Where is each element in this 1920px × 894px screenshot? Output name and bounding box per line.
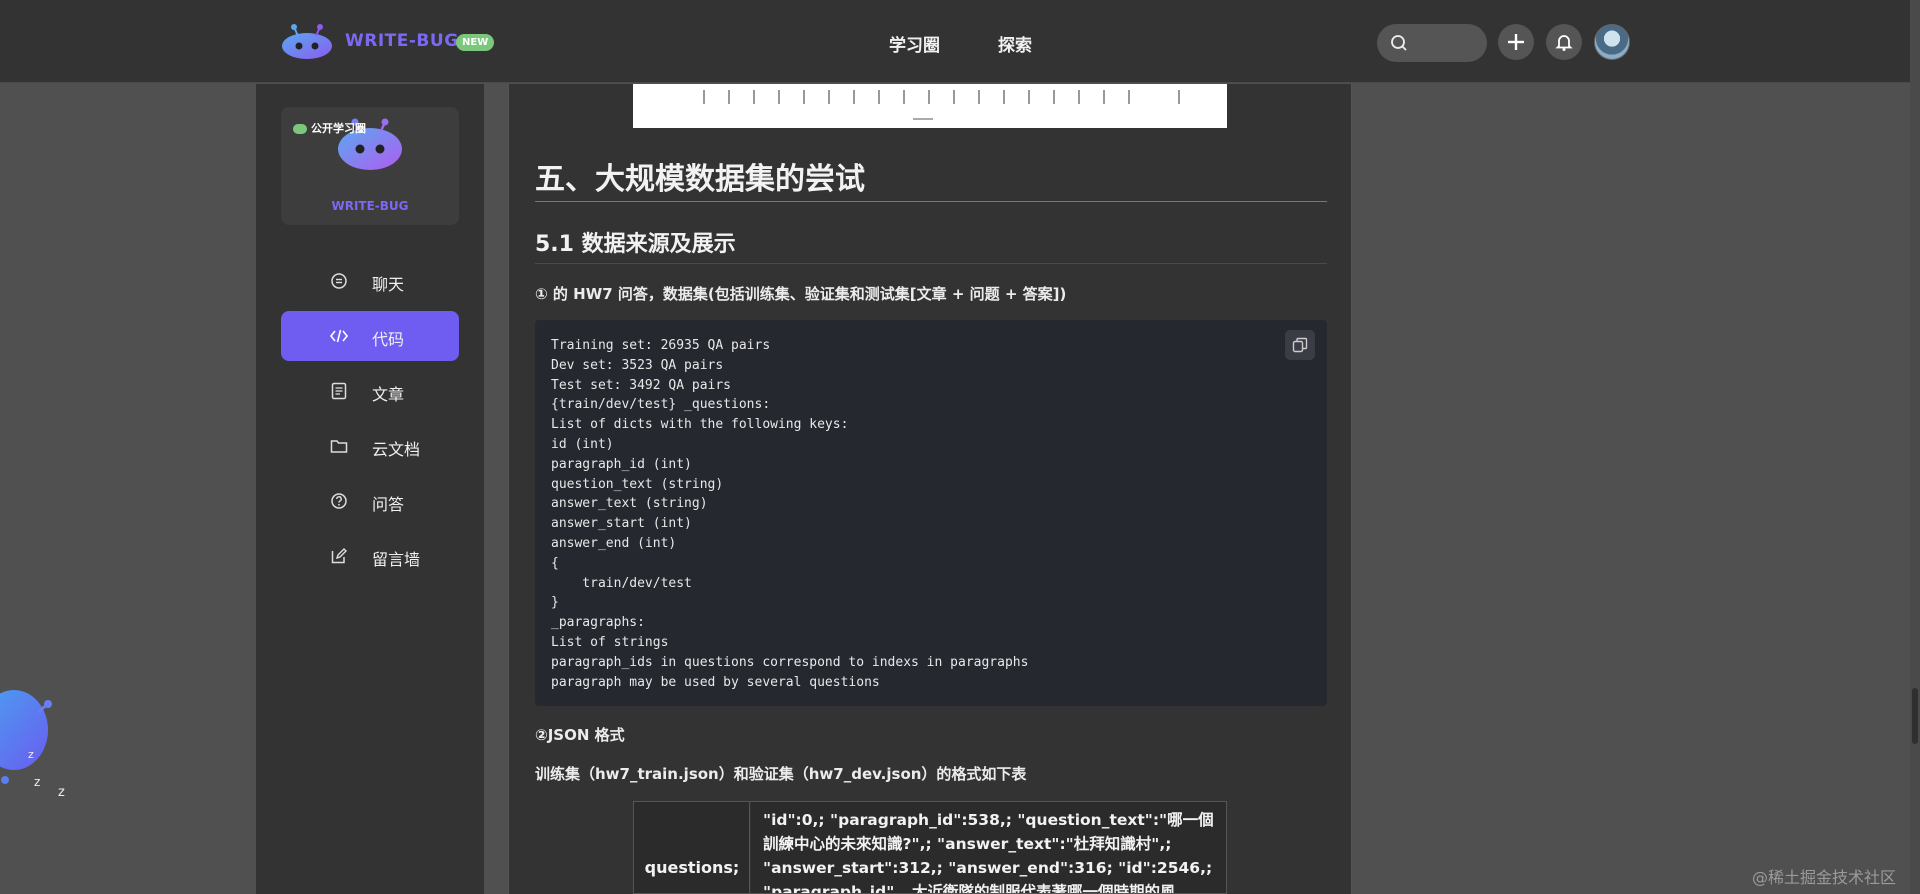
brand-name[interactable]: WRITE-BUG — [345, 31, 459, 51]
create-button[interactable] — [1498, 24, 1534, 60]
paragraph-json-format: ②JSON 格式 — [535, 726, 625, 744]
table-value-cell: "id":0,; "paragraph_id":538,; "question_… — [751, 802, 1226, 893]
circle-badge-icon — [293, 124, 307, 134]
copy-icon — [1292, 337, 1308, 353]
sidebar-item-label: 留言墙 — [372, 550, 421, 569]
sidebar-item-code[interactable]: 代码 — [281, 311, 459, 361]
public-circle-label: 公开学习圈 — [311, 122, 366, 135]
svg-text:z: z — [58, 785, 65, 800]
paragraph-table-intro: 训练集（hw7_train.json）和验证集（hw7_dev.json）的格式… — [535, 765, 1027, 783]
code-icon — [329, 329, 349, 343]
bell-icon — [1555, 35, 1573, 51]
plus-icon — [1508, 34, 1524, 50]
user-avatar[interactable] — [1594, 24, 1630, 60]
sidebar-item-label: 代码 — [372, 330, 405, 349]
nav-explore[interactable]: 探索 — [998, 31, 1032, 56]
sleeping-mascot-icon[interactable]: z z z — [0, 670, 80, 800]
table-key: questions; — [644, 858, 740, 877]
heading-divider — [535, 201, 1327, 202]
notifications-button[interactable] — [1546, 24, 1582, 60]
sidebar-item-chat[interactable]: 聊天 — [281, 256, 459, 306]
subheading-divider — [535, 263, 1327, 264]
sidebar-item-message-wall[interactable]: 留言墙 — [281, 531, 459, 581]
search-icon — [1391, 35, 1407, 51]
juejin-watermark: @稀土掘金技术社区 — [1752, 868, 1897, 887]
write-bug-logo-icon[interactable] — [280, 22, 334, 60]
sidebar-item-label: 文章 — [372, 385, 405, 404]
sidebar-item-cloud-docs[interactable]: 云文档 — [281, 421, 459, 471]
question-icon — [331, 493, 347, 509]
svg-text:z: z — [28, 748, 34, 761]
chat-icon — [331, 273, 347, 289]
copy-code-button[interactable] — [1285, 330, 1315, 360]
sidebar-item-article[interactable]: 文章 — [281, 366, 459, 416]
subsection-heading: 5.1 数据来源及展示 — [535, 232, 736, 257]
scrollbar-track[interactable] — [1910, 0, 1920, 894]
paragraph-dataset-intro: ① 的 HW7 问答，数据集(包括训练集、验证集和测试集[文章 + 问题 + 答… — [535, 285, 1067, 303]
table-key-cell: questions; — [634, 802, 750, 893]
search-input[interactable] — [1377, 24, 1487, 62]
card-brand-name: WRITE-BUG — [331, 199, 409, 213]
new-badge: NEW — [456, 34, 495, 51]
code-block: Training set: 26935 QA pairs Dev set: 35… — [535, 320, 1327, 706]
article-icon — [331, 382, 347, 400]
folder-icon — [330, 440, 348, 453]
top-navigation-bar: WRITE-BUG NEW 学习圈 探索 — [0, 0, 1920, 83]
public-circle-badge: 公开学习圈 — [293, 120, 366, 136]
sidebar: 公开学习圈 WRITE-BUG 聊天 代码 文章 云文档 问答 留言墙 — [256, 84, 484, 894]
sidebar-item-label: 聊天 — [372, 275, 405, 294]
scrollbar-thumb[interactable] — [1912, 688, 1918, 744]
edit-icon — [331, 548, 347, 564]
nav-study-circle[interactable]: 学习圈 — [889, 31, 940, 56]
article-content: 五、大规模数据集的尝试 5.1 数据来源及展示 ① 的 HW7 问答，数据集(包… — [508, 84, 1352, 894]
format-table: questions; "id":0,; "paragraph_id":538,;… — [633, 801, 1227, 894]
svg-text:z: z — [34, 775, 40, 789]
sidebar-item-label: 问答 — [372, 495, 405, 514]
sidebar-item-qa[interactable]: 问答 — [281, 476, 459, 526]
code-text: Training set: 26935 QA pairs Dev set: 35… — [551, 338, 1029, 690]
sidebar-item-label: 云文档 — [372, 440, 421, 459]
article-figure — [633, 84, 1227, 128]
public-circle-card[interactable]: 公开学习圈 WRITE-BUG — [281, 107, 459, 225]
section-heading: 五、大规模数据集的尝试 — [535, 162, 865, 197]
